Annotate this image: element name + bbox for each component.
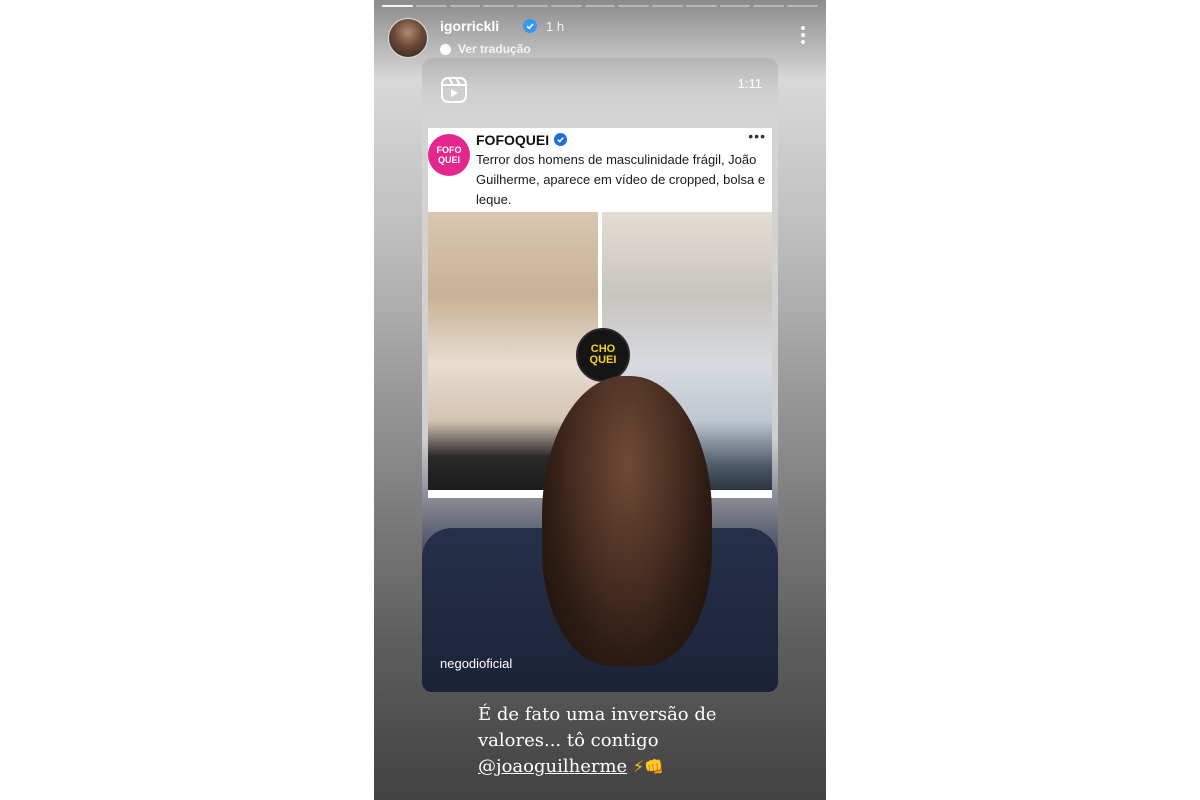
story-progress-segment [550, 5, 582, 7]
post-account-name: FOFOQUEI [476, 132, 550, 148]
story-progress-bar [382, 5, 818, 7]
post-more-icon: ••• [748, 128, 766, 144]
story-progress-segment [483, 5, 515, 7]
story-progress-segment [753, 5, 785, 7]
story-viewer[interactable]: igorrickli 1 h Ver tradução 1:11 FOFO QU… [374, 0, 826, 800]
translate-icon [440, 44, 451, 55]
verified-badge-icon [523, 19, 537, 33]
choquei-badge: CHO QUEI [576, 328, 630, 382]
story-progress-segment [685, 5, 717, 7]
story-progress-segment [517, 5, 548, 7]
story-progress-segment [787, 5, 818, 7]
story-header: igorrickli 1 h Ver tradução [386, 16, 814, 60]
caption-emoji: ⚡👊 [632, 757, 665, 776]
story-caption: É de fato uma inversão de valores... tô … [478, 702, 808, 780]
verified-badge-icon [554, 133, 567, 146]
translate-link[interactable]: Ver tradução [458, 42, 531, 56]
story-progress-segment [382, 5, 413, 7]
story-progress-segment [449, 5, 481, 7]
avatar[interactable] [388, 18, 428, 58]
fofoquei-logo: FOFO QUEI [428, 134, 470, 176]
shared-reel-card[interactable]: 1:11 FOFO QUEI FOFOQUEI ••• Terror dos h… [422, 58, 778, 692]
story-progress-segment [584, 5, 616, 7]
caption-line-1: É de fato uma inversão de [478, 704, 717, 725]
reels-icon [441, 77, 467, 103]
post-time: 1 h [546, 19, 565, 34]
post-text: Terror dos homens de masculinidade frági… [476, 152, 766, 207]
story-progress-segment [618, 5, 650, 7]
caption-line-2: valores... tô contigo [478, 730, 659, 751]
more-options-icon[interactable] [800, 26, 806, 48]
presenter-face [542, 376, 712, 666]
story-progress-segment [652, 5, 683, 7]
username-link[interactable]: igorrickli [440, 18, 499, 34]
reel-author-handle[interactable]: negodioficial [440, 656, 512, 671]
mention-link[interactable]: @joaoguilherme [478, 756, 627, 777]
video-duration: 1:11 [737, 76, 762, 91]
story-progress-segment [415, 5, 447, 7]
story-progress-segment [719, 5, 751, 7]
